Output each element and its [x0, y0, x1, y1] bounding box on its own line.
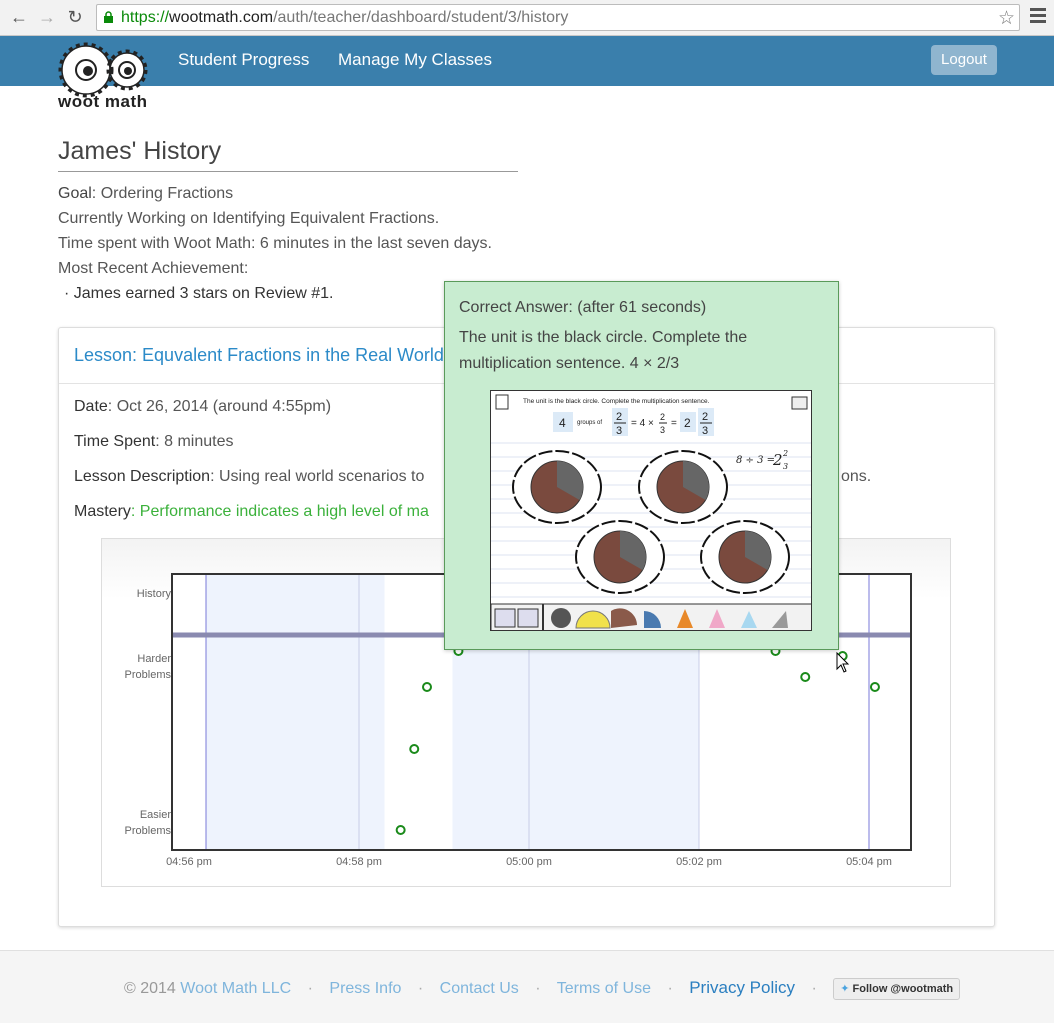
footer-contact-us-link[interactable]: Contact Us: [440, 980, 519, 997]
pie-cloud-4: [700, 520, 790, 594]
answer-tooltip: Correct Answer: (after 61 seconds) The u…: [444, 281, 839, 650]
pause-icon: [495, 394, 509, 410]
date-label: Date: [74, 398, 108, 415]
twitter-bird-icon: ✦: [840, 983, 850, 995]
lesson-title-link[interactable]: Lesson: Equvalent Fractions in the Real …: [74, 345, 444, 366]
app-header: [0, 36, 1054, 86]
footer-privacy-link[interactable]: Privacy Policy: [689, 978, 795, 997]
footer-separator: ·: [535, 980, 541, 998]
goal-line: Goal: Ordering Fractions: [58, 185, 233, 203]
problem-thumbnail-drawing: The unit is the black circle. Complete t…: [491, 394, 811, 630]
forward-arrow-icon[interactable]: →: [36, 6, 58, 28]
problem-screenshot-thumbnail: The unit is the black circle. Complete t…: [490, 390, 812, 631]
logout-button[interactable]: Logout: [931, 45, 997, 75]
footer-separator: ·: [811, 980, 817, 998]
description-label: Lesson Description: [74, 468, 211, 485]
lesson-description: Lesson Description: Using real world sce…: [74, 468, 424, 486]
time-spent-value: : 8 minutes: [155, 433, 234, 450]
tooltip-correct-answer: Correct Answer: (after 61 seconds): [459, 299, 707, 316]
x-tick-label-4: 05:04 pm: [846, 856, 892, 868]
lock-icon: [104, 11, 113, 23]
x-tick-label-0: 04:56 pm: [166, 856, 212, 868]
thumb-frac1-den: 3: [616, 425, 622, 437]
thumb-whole: 2: [684, 416, 691, 430]
goal-value: : Ordering Fractions: [91, 185, 234, 202]
x-tick-label-1: 04:58 pm: [336, 856, 382, 868]
x-tick-label-3: 05:02 pm: [676, 856, 722, 868]
bookmark-star-icon[interactable]: ☆: [998, 6, 1015, 31]
time-spent-label: Time Spent: [74, 433, 156, 450]
thumb-groups: 4: [559, 416, 566, 430]
lesson-mastery: Mastery: Performance indicates a high le…: [74, 503, 429, 521]
thumb-frac3-den: 3: [702, 425, 708, 437]
nav-manage-my-classes[interactable]: Manage My Classes: [338, 50, 492, 70]
lesson-time-spent: Time Spent: 8 minutes: [74, 433, 233, 451]
time-spent-line: Time spent with Woot Math: 6 minutes in …: [58, 235, 492, 252]
achievement-item: · James earned 3 stars on Review #1.: [64, 285, 334, 302]
description-value: : Using real world scenarios to: [210, 468, 425, 485]
tooltip-question-line2: multiplication sentence. 4 × 2/3: [459, 355, 680, 372]
date-value: : Oct 26, 2014 (around 4:55pm): [107, 398, 332, 415]
pencil-tool-icon: [494, 608, 516, 628]
row-label-easier: Easier Problems: [124, 809, 171, 837]
footer-company-link[interactable]: Woot Math LLC: [180, 980, 291, 997]
thumb-handwritten-note: 8 ÷ 3 =: [736, 455, 775, 466]
url-host: wootmath.com: [169, 9, 274, 26]
footer-terms-link[interactable]: Terms of Use: [557, 980, 651, 997]
keyboard-icon: [791, 396, 808, 410]
currently-working-line: Currently Working on Identifying Equival…: [58, 210, 440, 227]
url-path: /auth/teacher/dashboard/student/3/histor…: [273, 9, 569, 26]
mastery-label: Mastery: [74, 503, 131, 520]
page-title: James' History: [58, 137, 222, 165]
dropper-tool-icon: [517, 608, 539, 628]
address-bar[interactable]: https://wootmath.com/auth/teacher/dashbo…: [96, 4, 1020, 31]
footer-separator: ·: [667, 980, 673, 998]
goal-label: Goal: [58, 185, 92, 202]
footer-copyright: © 2014: [124, 980, 176, 998]
row-label-harder: Harder Problems: [124, 653, 171, 681]
back-arrow-icon[interactable]: ←: [8, 6, 30, 28]
pie-cloud-2: [638, 450, 728, 524]
lesson-date: Date: Oct 26, 2014 (around 4:55pm): [74, 398, 331, 416]
logo-text: woot math: [58, 92, 148, 111]
footer-separator: ·: [307, 980, 313, 998]
page-footer: © 2014 Woot Math LLC · Press Info · Cont…: [0, 950, 1054, 1023]
thumb-eq-mid: = 4 ×: [631, 418, 654, 429]
thumb-handwritten-whole: 2: [772, 451, 783, 469]
twitter-follow-button[interactable]: ✦ Follow @wootmath: [833, 978, 961, 1000]
thumb-eq-end: =: [671, 418, 677, 429]
thumb-frac1-num: 2: [616, 411, 622, 423]
thumb-instruction: The unit is the black circle. Complete t…: [523, 398, 710, 405]
mastery-value: : Performance indicates a high level of …: [130, 503, 429, 520]
title-divider: [58, 171, 518, 172]
footer-separator: ·: [417, 980, 424, 998]
tooltip-question-line1: The unit is the black circle. Complete t…: [459, 329, 748, 346]
pie-cloud-3: [575, 520, 665, 594]
url-scheme: https://: [121, 9, 170, 26]
thumb-handwritten-den: 3: [783, 462, 788, 471]
footer-links: © 2014 Woot Math LLC · Press Info · Cont…: [124, 978, 961, 1000]
footer-press-info-link[interactable]: Press Info: [329, 980, 401, 997]
thumb-groups-of: groups of: [577, 420, 602, 426]
browser-menu-icon[interactable]: [1030, 8, 1046, 26]
thumb-frac2-den: 3: [660, 425, 665, 435]
row-label-history: History: [136, 588, 171, 600]
thumb-handwritten-num: 2: [782, 449, 788, 458]
circle-piece-icon: [551, 608, 571, 628]
x-tick-label-2: 05:00 pm: [506, 856, 552, 868]
thumb-frac2-num: 2: [660, 412, 665, 422]
achievement-label: Most Recent Achievement:: [58, 260, 249, 277]
thumb-frac3-num: 2: [702, 411, 708, 423]
reload-icon[interactable]: ↻: [64, 6, 86, 28]
lesson-description-tail: ons.: [841, 468, 872, 485]
nav-student-progress[interactable]: Student Progress: [178, 50, 309, 70]
mouse-cursor-icon: [836, 652, 850, 673]
pie-cloud-1: [512, 450, 602, 524]
twitter-follow-label: Follow @wootmath: [852, 983, 954, 995]
browser-toolbar: ← → ↻ https://wootmath.com/auth/teacher/…: [0, 0, 1054, 36]
